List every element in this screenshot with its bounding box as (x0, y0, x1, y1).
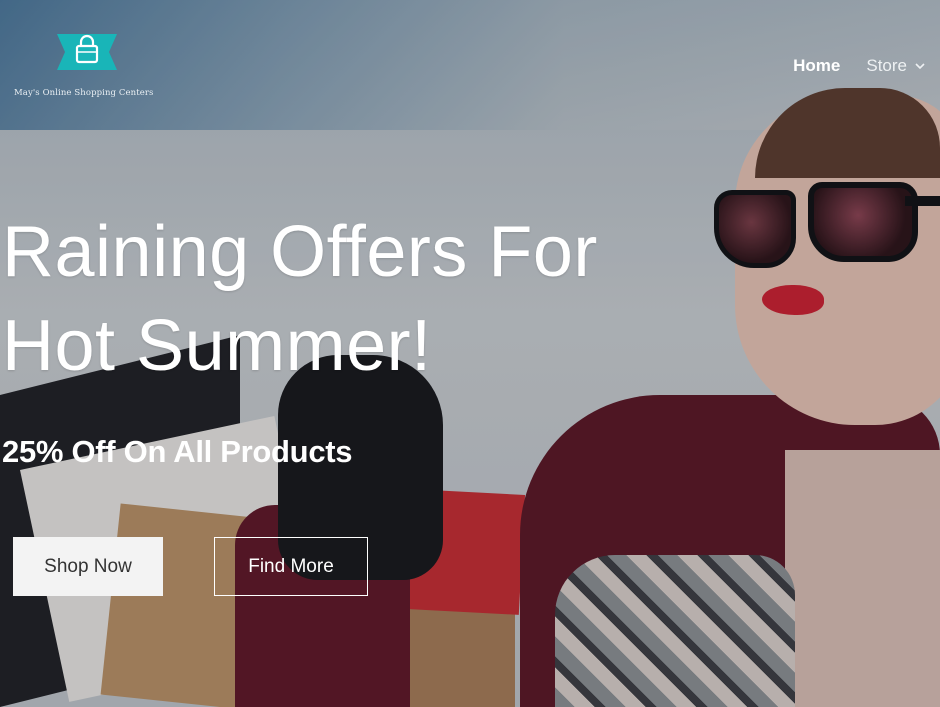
main-nav: Home Store (793, 56, 925, 76)
nav-item-home[interactable]: Home (793, 56, 840, 76)
nav-item-label: Store (866, 56, 907, 75)
shop-now-button[interactable]: Shop Now (13, 537, 163, 596)
find-more-button[interactable]: Find More (214, 537, 368, 596)
hero-headline: Raining Offers For Hot Summer! (2, 205, 702, 393)
hero-subheadline: 25% Off On All Products (2, 434, 353, 469)
site-header: May's Online Shopping Centers Home Store (0, 0, 940, 130)
shopping-bag-icon (57, 34, 117, 70)
headline-line-1: Raining Offers For (2, 212, 598, 292)
chevron-down-icon (915, 63, 925, 70)
nav-item-store[interactable]: Store (866, 56, 925, 76)
logo-text: May's Online Shopping Centers (14, 88, 154, 98)
nav-item-label: Home (793, 56, 841, 75)
headline-line-2: Hot Summer! (2, 306, 432, 386)
site-logo[interactable]: May's Online Shopping Centers (10, 26, 165, 106)
